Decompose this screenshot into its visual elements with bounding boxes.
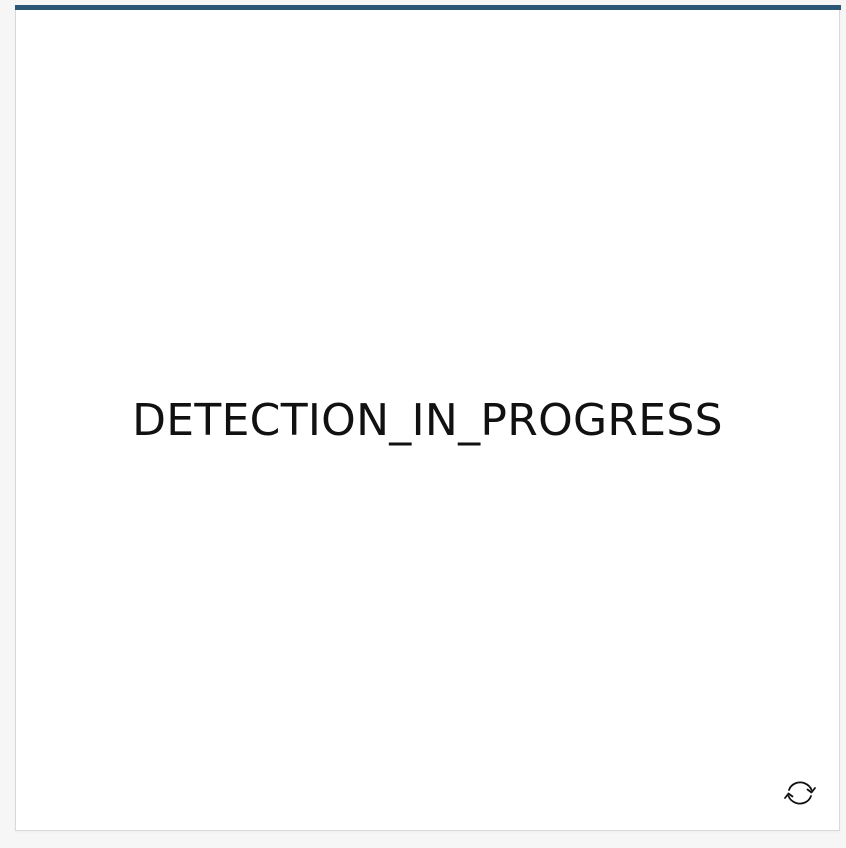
refresh-button[interactable] bbox=[780, 775, 820, 811]
refresh-icon bbox=[781, 777, 819, 809]
card-accent-bar bbox=[15, 5, 841, 10]
status-message: DETECTION_IN_PROGRESS bbox=[132, 395, 723, 446]
status-card: DETECTION_IN_PROGRESS bbox=[15, 5, 841, 831]
